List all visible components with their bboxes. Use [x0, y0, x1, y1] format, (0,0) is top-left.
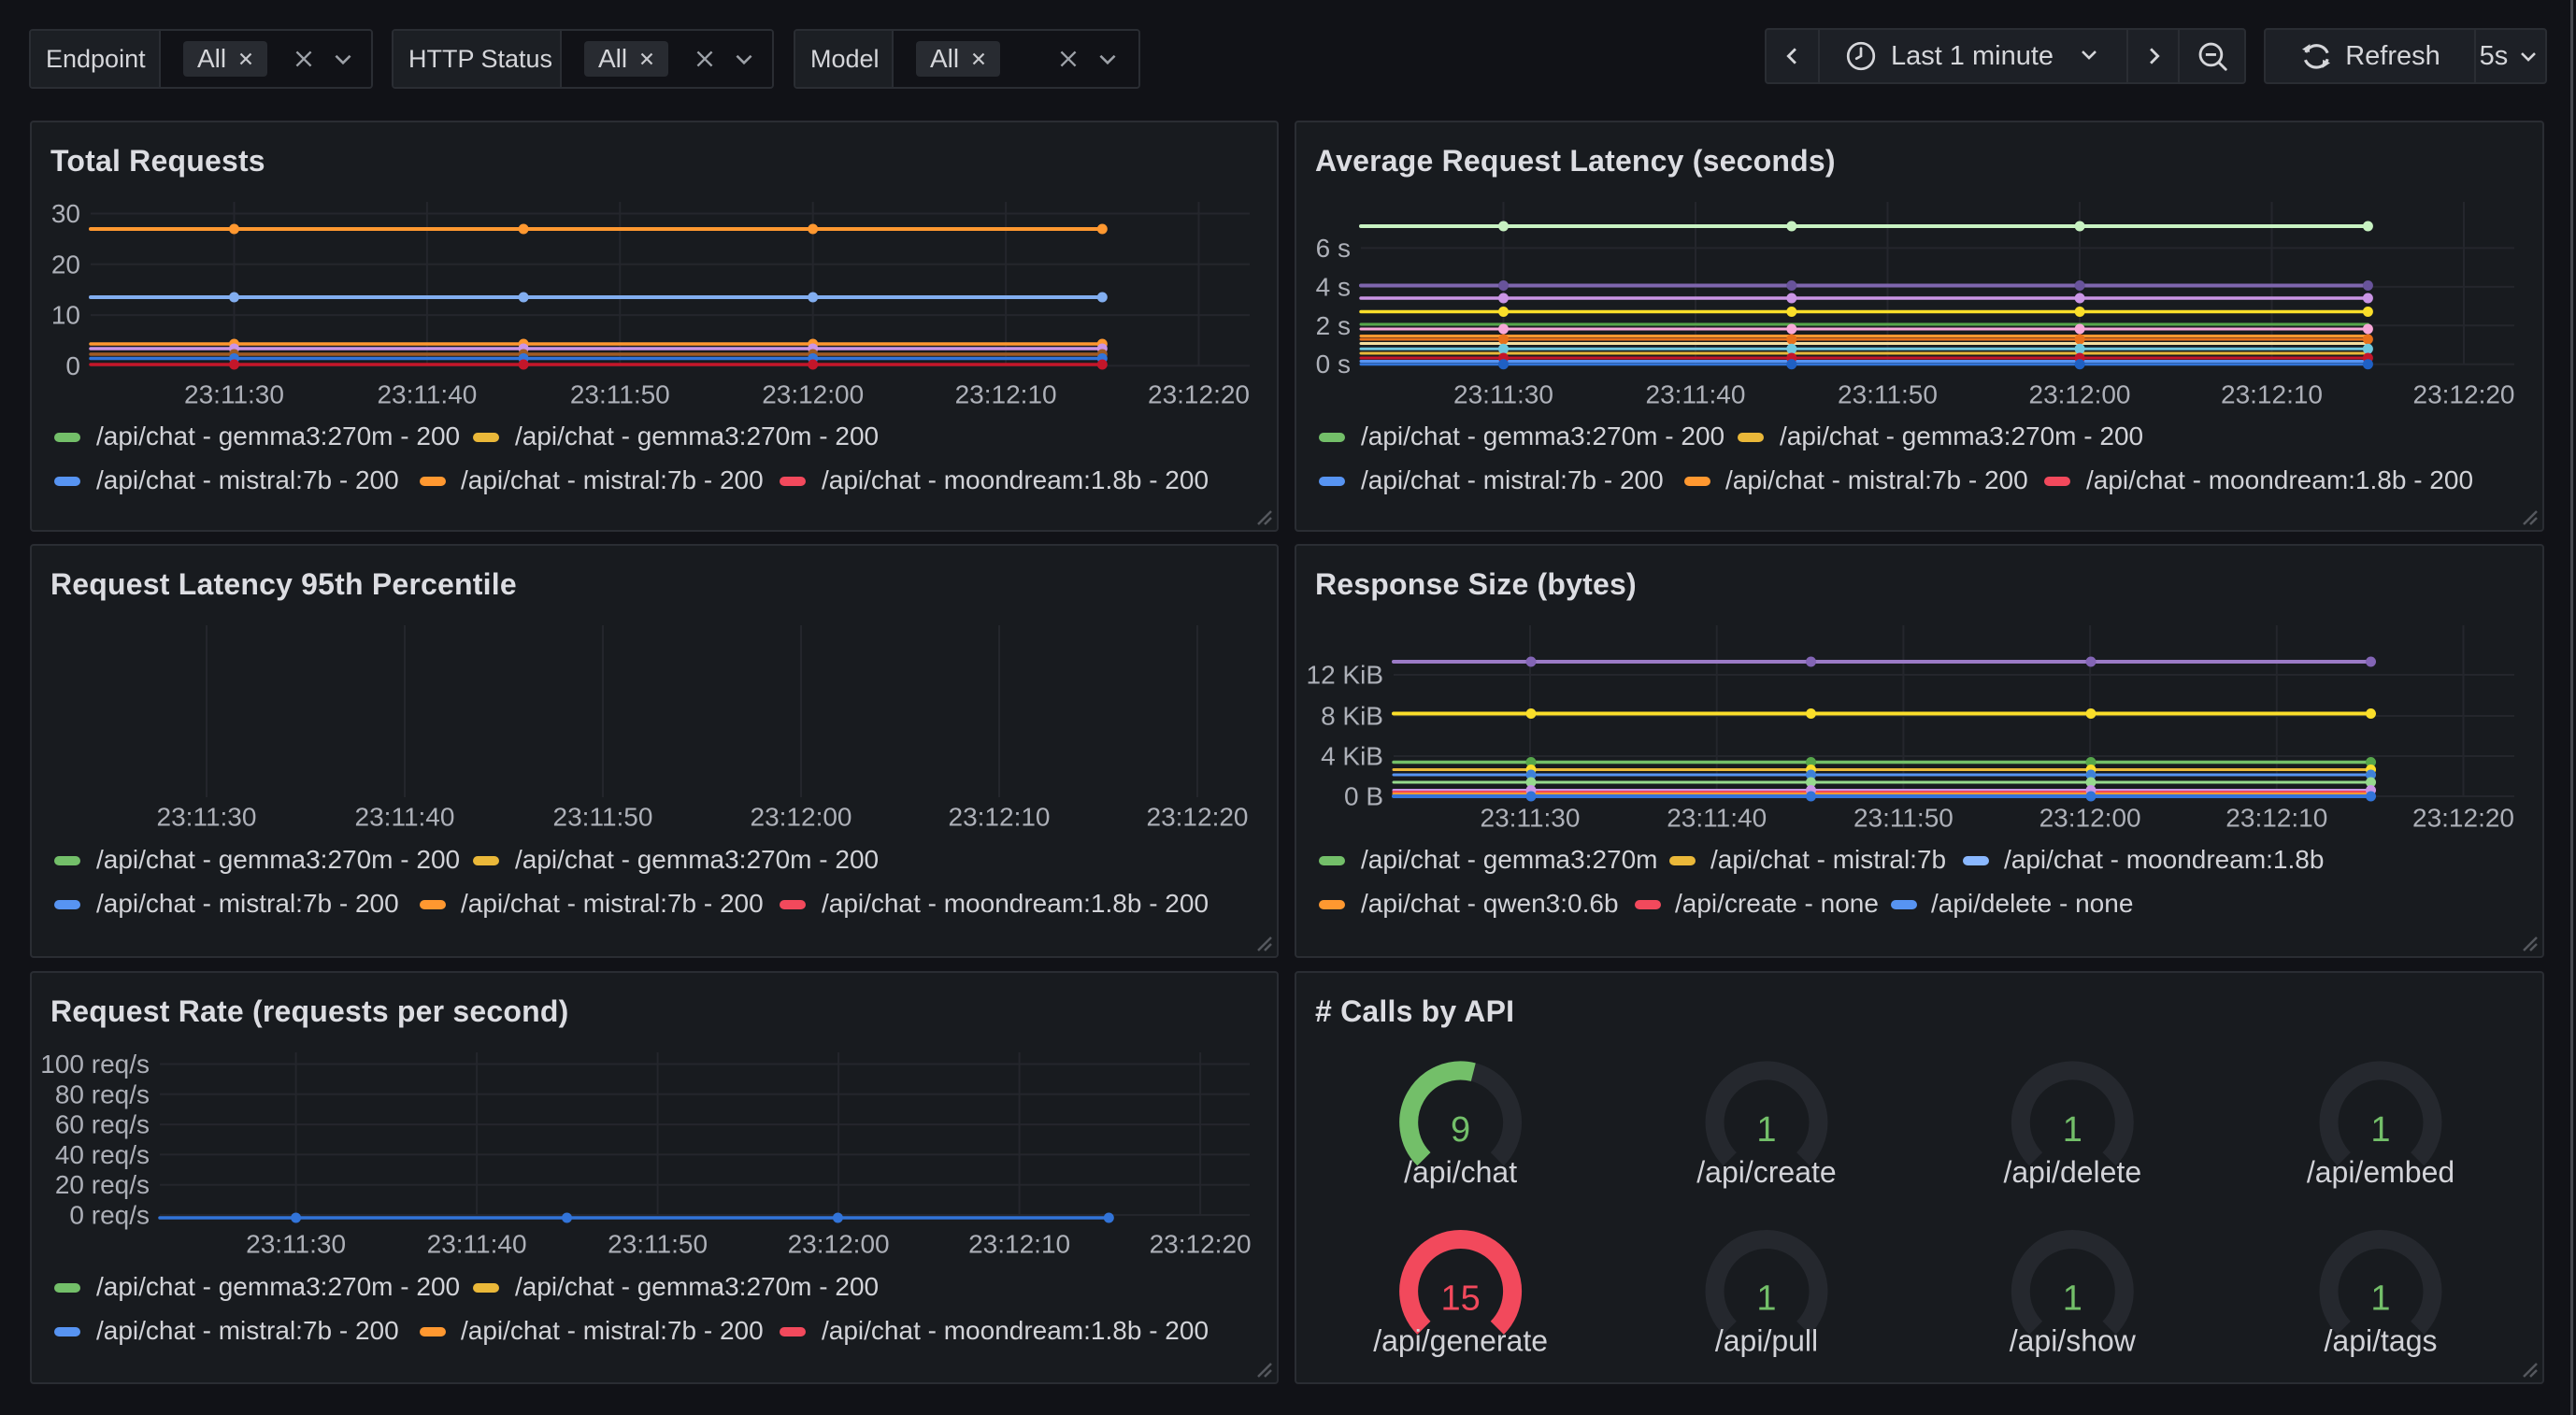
svg-text:/api/chat: /api/chat — [1404, 1155, 1517, 1189]
svg-text:/api/embed: /api/embed — [2307, 1155, 2454, 1189]
svg-text:23:12:00: 23:12:00 — [2039, 804, 2141, 833]
svg-text:0 s: 0 s — [1316, 350, 1351, 379]
svg-text:9: 9 — [1451, 1110, 1470, 1150]
svg-text:23:11:50: 23:11:50 — [570, 380, 670, 409]
svg-text:23:11:50: 23:11:50 — [608, 1230, 708, 1259]
svg-text:23:11:50: 23:11:50 — [1853, 804, 1953, 833]
svg-text:23:11:50: 23:11:50 — [553, 803, 653, 832]
svg-text:23:12:20: 23:12:20 — [2413, 380, 2515, 409]
svg-text:8 KiB: 8 KiB — [1321, 702, 1383, 731]
svg-text:/api/tags: /api/tags — [2325, 1324, 2438, 1358]
svg-text:20: 20 — [51, 250, 80, 279]
svg-text:1: 1 — [1756, 1279, 1776, 1319]
svg-text:20 req/s: 20 req/s — [55, 1170, 150, 1199]
svg-text:10: 10 — [51, 301, 80, 330]
svg-text:23:11:30: 23:11:30 — [246, 1230, 346, 1259]
svg-text:6 s: 6 s — [1316, 234, 1351, 263]
svg-text:23:11:40: 23:11:40 — [427, 1230, 527, 1259]
svg-text:/api/pull: /api/pull — [1715, 1324, 1818, 1358]
svg-text:23:12:20: 23:12:20 — [1148, 380, 1250, 409]
svg-text:1: 1 — [1756, 1110, 1776, 1150]
svg-text:23:12:10: 23:12:10 — [2225, 804, 2327, 833]
svg-text:23:12:10: 23:12:10 — [955, 380, 1057, 409]
svg-text:80 req/s: 80 req/s — [55, 1079, 150, 1108]
svg-text:0 B: 0 B — [1344, 782, 1383, 811]
svg-text:4 s: 4 s — [1316, 272, 1351, 301]
svg-text:23:11:30: 23:11:30 — [157, 803, 257, 832]
svg-text:/api/create: /api/create — [1696, 1155, 1836, 1189]
svg-text:60 req/s: 60 req/s — [55, 1110, 150, 1139]
svg-text:23:12:20: 23:12:20 — [2412, 804, 2514, 833]
svg-text:23:12:00: 23:12:00 — [751, 803, 852, 832]
svg-text:23:12:00: 23:12:00 — [2029, 380, 2131, 409]
svg-text:23:11:30: 23:11:30 — [184, 380, 284, 409]
svg-text:15: 15 — [1440, 1279, 1480, 1319]
svg-text:100 req/s: 100 req/s — [40, 1050, 150, 1079]
svg-text:12 KiB: 12 KiB — [1307, 661, 1384, 690]
svg-text:23:12:10: 23:12:10 — [2221, 380, 2323, 409]
svg-text:23:11:40: 23:11:40 — [1646, 380, 1746, 409]
svg-text:0 req/s: 0 req/s — [69, 1201, 150, 1230]
svg-text:2 s: 2 s — [1316, 311, 1351, 340]
svg-text:23:12:10: 23:12:10 — [968, 1230, 1070, 1259]
svg-text:1: 1 — [2063, 1110, 2082, 1150]
svg-text:4 KiB: 4 KiB — [1321, 742, 1383, 771]
svg-text:1: 1 — [2063, 1279, 2082, 1319]
svg-text:23:11:40: 23:11:40 — [355, 803, 455, 832]
svg-text:23:12:20: 23:12:20 — [1150, 1230, 1252, 1259]
svg-text:/api/show: /api/show — [2010, 1324, 2137, 1358]
svg-text:23:12:00: 23:12:00 — [788, 1230, 890, 1259]
svg-text:30: 30 — [51, 199, 80, 228]
svg-text:1: 1 — [2370, 1279, 2390, 1319]
svg-text:23:11:30: 23:11:30 — [1481, 804, 1581, 833]
svg-text:1: 1 — [2370, 1110, 2390, 1150]
svg-text:23:11:50: 23:11:50 — [1838, 380, 1938, 409]
svg-text:40 req/s: 40 req/s — [55, 1140, 150, 1169]
svg-text:23:12:00: 23:12:00 — [762, 380, 864, 409]
svg-text:23:11:30: 23:11:30 — [1453, 380, 1553, 409]
svg-text:0: 0 — [65, 351, 80, 380]
svg-text:23:11:40: 23:11:40 — [377, 380, 477, 409]
svg-text:23:11:40: 23:11:40 — [1667, 804, 1767, 833]
svg-text:23:12:20: 23:12:20 — [1147, 803, 1249, 832]
svg-text:/api/delete: /api/delete — [2003, 1155, 2141, 1189]
svg-text:/api/generate: /api/generate — [1373, 1324, 1548, 1358]
svg-text:23:12:10: 23:12:10 — [949, 803, 1051, 832]
